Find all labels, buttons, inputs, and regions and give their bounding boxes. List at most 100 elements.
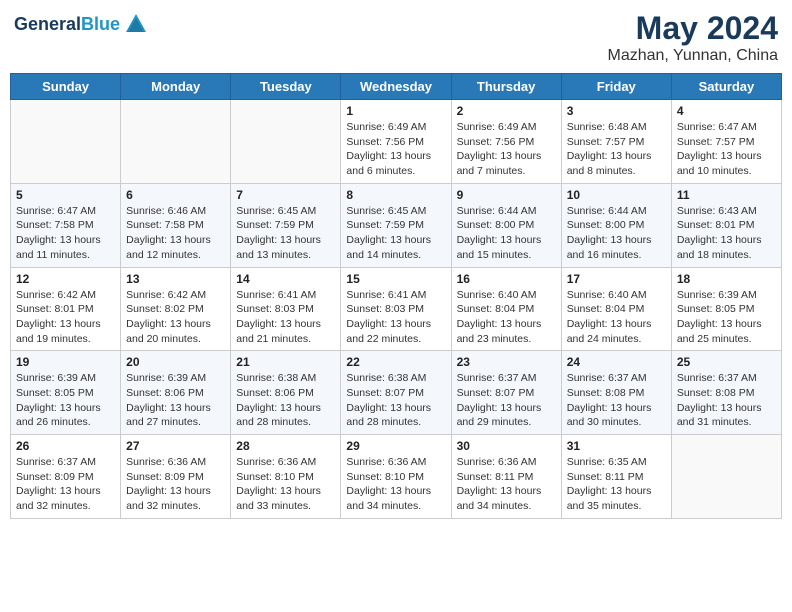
day-info: Sunrise: 6:47 AM Sunset: 7:58 PM Dayligh… [16,204,115,263]
day-info: Sunrise: 6:40 AM Sunset: 8:04 PM Dayligh… [457,288,556,347]
weekday-header: Friday [561,74,671,100]
day-number: 14 [236,272,335,286]
day-info: Sunrise: 6:42 AM Sunset: 8:01 PM Dayligh… [16,288,115,347]
day-info: Sunrise: 6:37 AM Sunset: 8:08 PM Dayligh… [567,371,666,430]
day-info: Sunrise: 6:45 AM Sunset: 7:59 PM Dayligh… [346,204,445,263]
calendar-day-cell [231,100,341,184]
calendar-day-cell: 1Sunrise: 6:49 AM Sunset: 7:56 PM Daylig… [341,100,451,184]
day-number: 13 [126,272,225,286]
day-info: Sunrise: 6:44 AM Sunset: 8:00 PM Dayligh… [567,204,666,263]
day-number: 8 [346,188,445,202]
calendar-day-cell: 15 Sunrise: 6:41 AM Sunset: 8:03 PM Dayli… [341,267,451,351]
day-number: 23 [457,355,556,369]
weekday-header: Saturday [671,74,781,100]
day-number: 5 [16,188,115,202]
calendar-day-cell: 8 Sunrise: 6:45 AM Sunset: 7:59 PM Daylig… [341,183,451,267]
calendar-day-cell: 25 Sunrise: 6:37 AM Sunset: 8:08 PM Dayli… [671,351,781,435]
calendar-day-cell: 26 Sunrise: 6:37 AM Sunset: 8:09 PM Dayli… [11,435,121,519]
calendar-day-cell: 17Sunrise: 6:40 AM Sunset: 8:04 PM Dayli… [561,267,671,351]
weekday-header: Sunday [11,74,121,100]
day-number: 30 [457,439,556,453]
calendar-day-cell: 29 Sunrise: 6:36 AM Sunset: 8:10 PM Dayli… [341,435,451,519]
calendar-week-row: 12Sunrise: 6:42 AM Sunset: 8:01 PM Dayli… [11,267,782,351]
calendar-day-cell: 27Sunrise: 6:36 AM Sunset: 8:09 PM Dayli… [121,435,231,519]
day-info: Sunrise: 6:39 AM Sunset: 8:05 PM Dayligh… [16,371,115,430]
calendar-day-cell [11,100,121,184]
day-number: 31 [567,439,666,453]
calendar-day-cell: 11 Sunrise: 6:43 AM Sunset: 8:01 PM Dayli… [671,183,781,267]
calendar-day-cell: 2 Sunrise: 6:49 AM Sunset: 7:56 PM Daylig… [451,100,561,184]
weekday-header: Tuesday [231,74,341,100]
day-number: 24 [567,355,666,369]
calendar-day-cell: 7Sunrise: 6:45 AM Sunset: 7:59 PM Daylig… [231,183,341,267]
day-number: 9 [457,188,556,202]
calendar-day-cell: 5 Sunrise: 6:47 AM Sunset: 7:58 PM Daylig… [11,183,121,267]
calendar-day-cell: 21 Sunrise: 6:38 AM Sunset: 8:06 PM Dayli… [231,351,341,435]
day-info: Sunrise: 6:36 AM Sunset: 8:11 PM Dayligh… [457,455,556,514]
calendar-day-cell: 14 Sunrise: 6:41 AM Sunset: 8:03 PM Dayli… [231,267,341,351]
main-title: May 2024 [608,10,779,47]
calendar-week-row: 1Sunrise: 6:49 AM Sunset: 7:56 PM Daylig… [11,100,782,184]
day-number: 18 [677,272,776,286]
calendar-week-row: 26 Sunrise: 6:37 AM Sunset: 8:09 PM Dayli… [11,435,782,519]
day-info: Sunrise: 6:40 AM Sunset: 8:04 PM Dayligh… [567,288,666,347]
day-number: 27 [126,439,225,453]
day-info: Sunrise: 6:36 AM Sunset: 8:10 PM Dayligh… [236,455,335,514]
day-number: 21 [236,355,335,369]
day-number: 26 [16,439,115,453]
day-info: Sunrise: 6:49 AM Sunset: 7:56 PM Dayligh… [457,120,556,179]
weekday-header: Thursday [451,74,561,100]
calendar-day-cell [121,100,231,184]
weekday-header: Wednesday [341,74,451,100]
day-info: Sunrise: 6:36 AM Sunset: 8:10 PM Dayligh… [346,455,445,514]
day-number: 25 [677,355,776,369]
day-number: 2 [457,104,556,118]
weekday-header: Monday [121,74,231,100]
day-info: Sunrise: 6:37 AM Sunset: 8:09 PM Dayligh… [16,455,115,514]
calendar-day-cell: 12Sunrise: 6:42 AM Sunset: 8:01 PM Dayli… [11,267,121,351]
day-number: 6 [126,188,225,202]
calendar-day-cell: 20 Sunrise: 6:39 AM Sunset: 8:06 PM Dayli… [121,351,231,435]
calendar-day-cell: 22 Sunrise: 6:38 AM Sunset: 8:07 PM Dayli… [341,351,451,435]
calendar-table: SundayMondayTuesdayWednesdayThursdayFrid… [10,73,782,519]
day-info: Sunrise: 6:35 AM Sunset: 8:11 PM Dayligh… [567,455,666,514]
day-info: Sunrise: 6:48 AM Sunset: 7:57 PM Dayligh… [567,120,666,179]
day-info: Sunrise: 6:45 AM Sunset: 7:59 PM Dayligh… [236,204,335,263]
logo-icon [122,10,150,38]
day-info: Sunrise: 6:46 AM Sunset: 7:58 PM Dayligh… [126,204,225,263]
logo: GeneralBlue [14,10,150,38]
calendar-day-cell: 16 Sunrise: 6:40 AM Sunset: 8:04 PM Dayli… [451,267,561,351]
day-number: 10 [567,188,666,202]
day-number: 20 [126,355,225,369]
day-number: 29 [346,439,445,453]
sub-title: Mazhan, Yunnan, China [608,47,779,65]
day-info: Sunrise: 6:43 AM Sunset: 8:01 PM Dayligh… [677,204,776,263]
day-number: 4 [677,104,776,118]
day-info: Sunrise: 6:49 AM Sunset: 7:56 PM Dayligh… [346,120,445,179]
title-block: May 2024 Mazhan, Yunnan, China [608,10,779,65]
calendar-day-cell: 6 Sunrise: 6:46 AM Sunset: 7:58 PM Daylig… [121,183,231,267]
calendar-day-cell: 30 Sunrise: 6:36 AM Sunset: 8:11 PM Dayli… [451,435,561,519]
calendar-day-cell: 10 Sunrise: 6:44 AM Sunset: 8:00 PM Dayli… [561,183,671,267]
day-info: Sunrise: 6:42 AM Sunset: 8:02 PM Dayligh… [126,288,225,347]
day-info: Sunrise: 6:41 AM Sunset: 8:03 PM Dayligh… [236,288,335,347]
day-number: 15 [346,272,445,286]
calendar-day-cell: 9Sunrise: 6:44 AM Sunset: 8:00 PM Daylig… [451,183,561,267]
day-info: Sunrise: 6:47 AM Sunset: 7:57 PM Dayligh… [677,120,776,179]
day-info: Sunrise: 6:38 AM Sunset: 8:07 PM Dayligh… [346,371,445,430]
day-info: Sunrise: 6:37 AM Sunset: 8:08 PM Dayligh… [677,371,776,430]
day-info: Sunrise: 6:41 AM Sunset: 8:03 PM Dayligh… [346,288,445,347]
day-number: 16 [457,272,556,286]
calendar-day-cell: 23Sunrise: 6:37 AM Sunset: 8:07 PM Dayli… [451,351,561,435]
calendar-week-row: 19Sunrise: 6:39 AM Sunset: 8:05 PM Dayli… [11,351,782,435]
day-info: Sunrise: 6:39 AM Sunset: 8:05 PM Dayligh… [677,288,776,347]
day-number: 22 [346,355,445,369]
day-number: 3 [567,104,666,118]
calendar-day-cell: 31 Sunrise: 6:35 AM Sunset: 8:11 PM Dayli… [561,435,671,519]
calendar-day-cell: 4 Sunrise: 6:47 AM Sunset: 7:57 PM Daylig… [671,100,781,184]
day-info: Sunrise: 6:39 AM Sunset: 8:06 PM Dayligh… [126,371,225,430]
calendar-day-cell: 18 Sunrise: 6:39 AM Sunset: 8:05 PM Dayli… [671,267,781,351]
day-number: 11 [677,188,776,202]
page-header: GeneralBlue May 2024 Mazhan, Yunnan, Chi… [10,10,782,65]
day-info: Sunrise: 6:38 AM Sunset: 8:06 PM Dayligh… [236,371,335,430]
